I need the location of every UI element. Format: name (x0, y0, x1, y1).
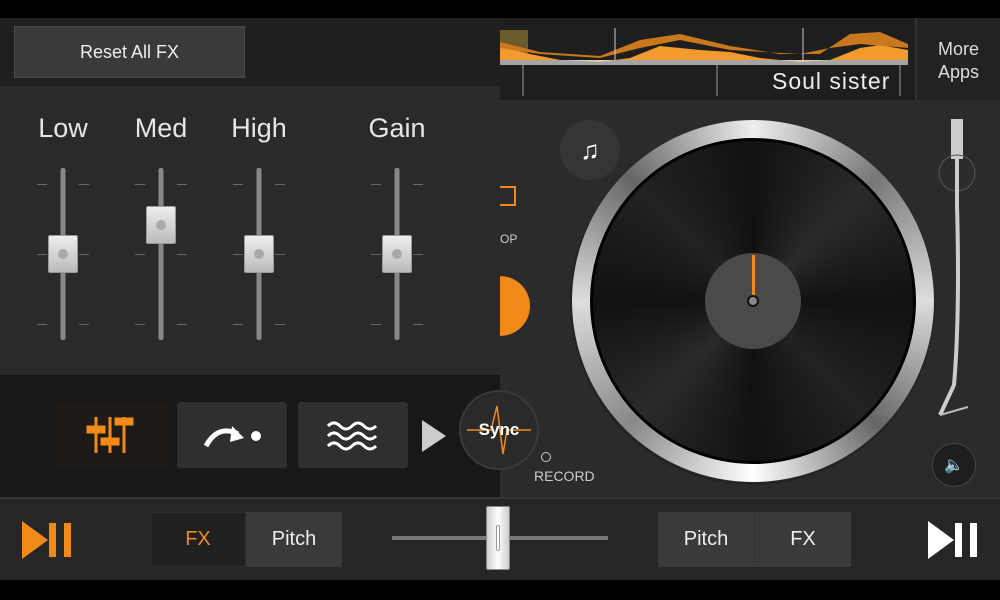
more-apps-label-2: Apps (937, 62, 980, 82)
loop-label: OP (500, 232, 518, 246)
waveform-overview[interactable]: Soul sister (500, 18, 915, 100)
slider-tick (275, 324, 285, 325)
waves-icon (326, 421, 378, 451)
sync-button[interactable]: Sync (459, 390, 539, 470)
slider-tick (371, 184, 381, 185)
turntable-deck: ♫ OP 🔈 RECORD (470, 100, 1000, 497)
play-triangle-icon[interactable] (422, 420, 446, 452)
slider-tick (413, 184, 423, 185)
slider-tick (177, 184, 187, 185)
eq-slider-thumb[interactable] (382, 235, 412, 273)
slider-tick (79, 254, 89, 255)
slider-tick (79, 324, 89, 325)
left-pitch-tab[interactable]: Pitch (246, 512, 342, 567)
reset-all-fx-button[interactable]: Reset All FX (14, 26, 245, 78)
eq-slider-thumb[interactable] (244, 235, 274, 273)
speaker-icon[interactable]: 🔈 (932, 443, 976, 487)
slider-tick (413, 324, 423, 325)
equalizer-icon (86, 417, 134, 453)
slider-tick (37, 184, 47, 185)
slider-tick (37, 254, 47, 255)
eq-slider-track[interactable] (158, 168, 164, 340)
slider-tick (135, 254, 145, 255)
slider-tick (371, 324, 381, 325)
eq-slider-label: Low (38, 113, 88, 143)
slider-tick (413, 254, 423, 255)
track-title: Soul sister (772, 68, 891, 94)
slider-tick (79, 184, 89, 185)
crossfader-thumb[interactable] (485, 506, 510, 570)
slider-tick (233, 324, 243, 325)
eq-sliders-panel: Low Med High Gain (0, 86, 500, 375)
record-label: RECORD (534, 468, 595, 484)
sync-label: Sync (478, 420, 520, 439)
slider-tick (135, 324, 145, 325)
record-button[interactable] (541, 452, 551, 462)
more-apps-label: More (937, 39, 979, 59)
add-music-icon[interactable]: ♫ (560, 120, 620, 180)
play-pause-left-button[interactable] (22, 521, 74, 564)
eq-slider-label: High (231, 113, 287, 143)
loop-fx-button[interactable] (177, 402, 287, 468)
eq-slider-thumb[interactable] (146, 205, 176, 244)
flanger-fx-button[interactable] (298, 402, 408, 468)
eq-slider-label: Gain (368, 113, 426, 143)
play-pause-icon (928, 521, 977, 559)
slider-tick (135, 184, 145, 185)
spindle (747, 295, 759, 307)
slider-tick (275, 254, 285, 255)
eq-slider-label: Med (134, 113, 188, 143)
slider-tick (371, 254, 381, 255)
eq-slider-thumb[interactable] (48, 235, 78, 273)
left-fx-tab[interactable]: FX (150, 512, 246, 567)
slider-tick (177, 324, 187, 325)
slider-tick (275, 184, 285, 185)
slider-tick (37, 324, 47, 325)
slider-tick (177, 254, 187, 255)
equalizer-fx-button[interactable] (55, 402, 167, 468)
right-fx-tab[interactable]: FX (754, 512, 851, 567)
right-pitch-tab[interactable]: Pitch (658, 512, 754, 567)
play-pause-right-button[interactable] (928, 521, 980, 564)
more-apps-button[interactable]: More Apps (915, 18, 1000, 100)
turntable-platter[interactable] (572, 120, 934, 482)
tonearm[interactable] (920, 115, 990, 435)
slider-tick (233, 254, 243, 255)
vinyl-record[interactable] (590, 138, 916, 464)
loop-arrow-icon (203, 426, 261, 448)
slider-tick (233, 184, 243, 185)
play-pause-icon (22, 521, 71, 559)
